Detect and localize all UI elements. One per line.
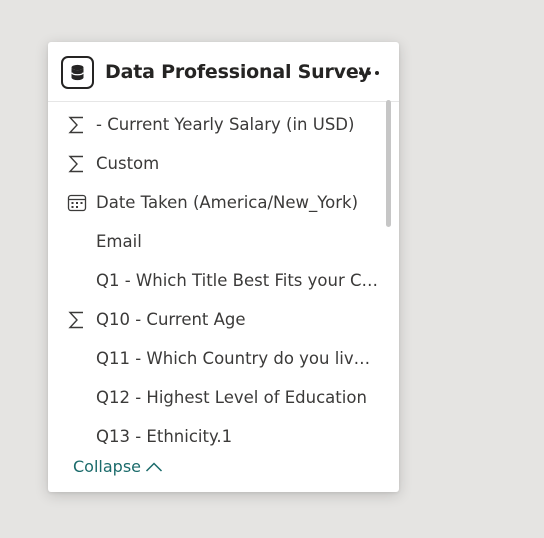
collapse-label: Collapse: [73, 457, 141, 476]
field-label: Q13 - Ethnicity.1: [96, 427, 233, 446]
field-label: - Current Yearly Salary (in USD): [96, 115, 355, 134]
sigma-icon: [67, 154, 87, 174]
field-row[interactable]: Q12 - Highest Level of Education: [48, 378, 388, 417]
card-header: Data Professional Survey: [48, 42, 399, 102]
field-row[interactable]: Q11 - Which Country do you live ...: [48, 339, 388, 378]
field-label: Custom: [96, 154, 160, 173]
field-label: Q12 - Highest Level of Education: [96, 388, 367, 407]
database-icon: [61, 56, 94, 89]
card-title: Data Professional Survey: [105, 61, 371, 83]
field-label: Email: [96, 232, 142, 251]
field-row[interactable]: Custom: [48, 144, 388, 183]
field-label: Q1 - Which Title Best Fits your Cu...: [96, 271, 378, 290]
chevron-up-icon: [145, 461, 163, 473]
field-row[interactable]: - Current Yearly Salary (in USD): [48, 105, 388, 144]
calendar-icon: [67, 193, 87, 213]
field-row[interactable]: Q13 - Ethnicity.1: [48, 417, 388, 452]
field-row[interactable]: Email: [48, 222, 388, 261]
field-list: - Current Yearly Salary (in USD) Custom: [48, 102, 399, 452]
more-options-button[interactable]: [354, 60, 384, 86]
collapse-button[interactable]: Collapse: [73, 456, 163, 478]
field-label: Q10 - Current Age: [96, 310, 246, 329]
scrollbar-thumb[interactable]: [386, 100, 391, 227]
field-row[interactable]: Q1 - Which Title Best Fits your Cu...: [48, 261, 388, 300]
field-label: Q11 - Which Country do you live ...: [96, 349, 378, 368]
sigma-icon: [67, 115, 87, 135]
field-label: Date Taken (America/New_York): [96, 193, 359, 212]
more-options-icon: [359, 71, 379, 75]
sigma-icon: [67, 310, 87, 330]
field-row[interactable]: Q10 - Current Age: [48, 300, 388, 339]
field-list-card: Data Professional Survey - Current Yearl…: [48, 42, 399, 492]
field-row[interactable]: Date Taken (America/New_York): [48, 183, 388, 222]
